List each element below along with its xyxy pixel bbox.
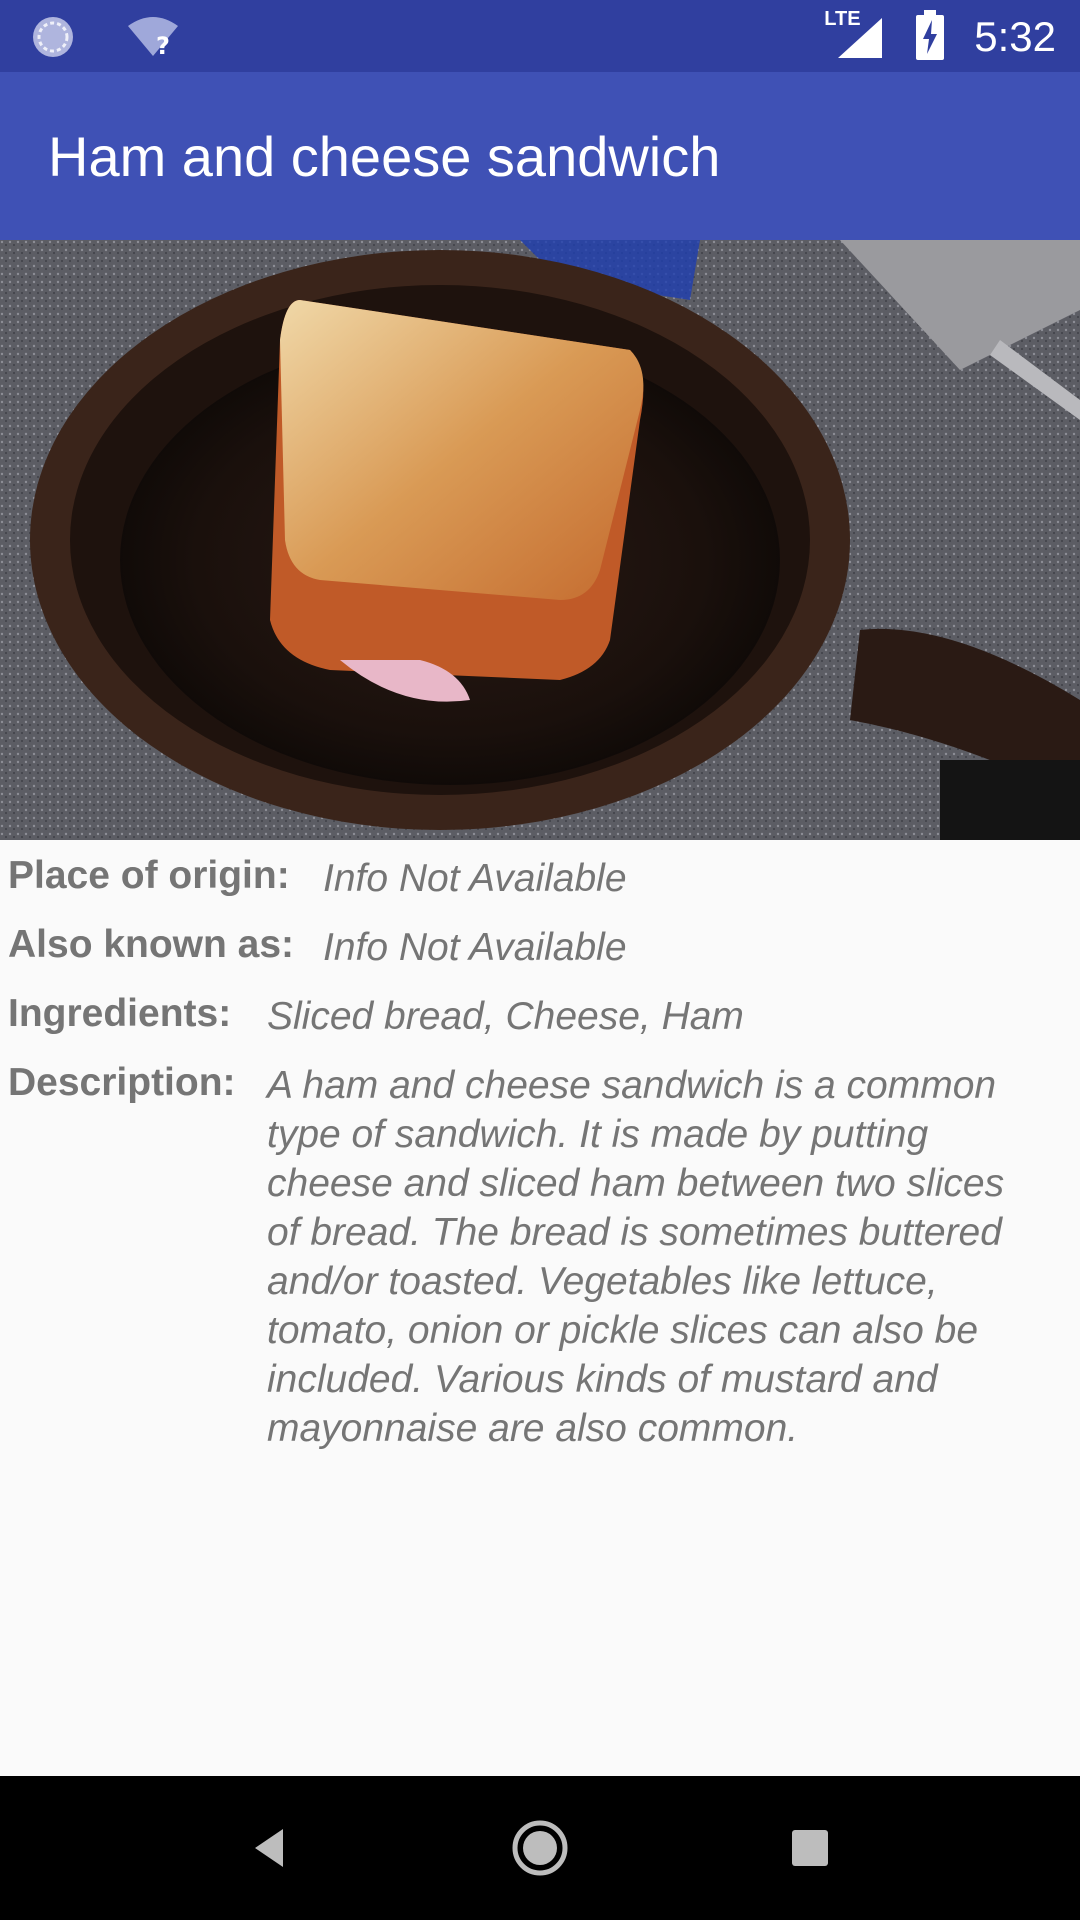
description-line: type of sandwich. It is made by putting — [267, 1113, 929, 1156]
svg-text:?: ? — [156, 32, 170, 60]
description-line: tomato, onion or pickle slices can also … — [267, 1309, 979, 1352]
aka-value: Info Not Available — [323, 926, 627, 969]
recents-button[interactable] — [770, 1808, 850, 1888]
status-bar: ? LTE 5:32 — [0, 0, 1080, 72]
description-text: A ham and cheese sandwich is a common ty… — [267, 1061, 1057, 1453]
back-button[interactable] — [230, 1808, 310, 1888]
app-bar: Ham and cheese sandwich — [0, 72, 1080, 240]
sync-icon — [30, 14, 76, 64]
navigation-bar — [0, 1776, 1080, 1920]
origin-value: Info Not Available — [323, 857, 627, 900]
description-line: mayonnaise are also common. — [267, 1407, 799, 1450]
description-line: A ham and cheese sandwich is a common — [267, 1064, 997, 1107]
network-type-label: LTE — [824, 8, 861, 30]
home-icon — [512, 1820, 568, 1876]
description-line: included. Various kinds of mustard and — [267, 1358, 938, 1401]
dish-image — [0, 240, 1080, 840]
description-line: and/or toasted. Vegetables like lettuce, — [267, 1260, 938, 1303]
aka-label: Also known as: — [8, 923, 295, 966]
wifi-unknown-icon: ? — [126, 14, 180, 64]
recents-icon — [792, 1830, 828, 1866]
page-title: Ham and cheese sandwich — [48, 125, 721, 188]
description-line: cheese and sliced ham between two slices — [267, 1162, 1005, 1205]
ingredients-value: Sliced bread, Cheese, Ham — [267, 995, 744, 1038]
origin-label: Place of origin: — [8, 854, 290, 897]
home-button[interactable] — [500, 1808, 580, 1888]
back-icon — [255, 1829, 283, 1867]
ingredients-label: Ingredients: — [8, 992, 232, 1035]
description-line: of bread. The bread is sometimes buttere… — [267, 1211, 1002, 1254]
description-label: Description: — [8, 1061, 236, 1104]
signal-icon: LTE — [824, 8, 886, 62]
status-time: 5:32 — [974, 13, 1056, 60]
battery-charging-icon — [916, 10, 945, 64]
